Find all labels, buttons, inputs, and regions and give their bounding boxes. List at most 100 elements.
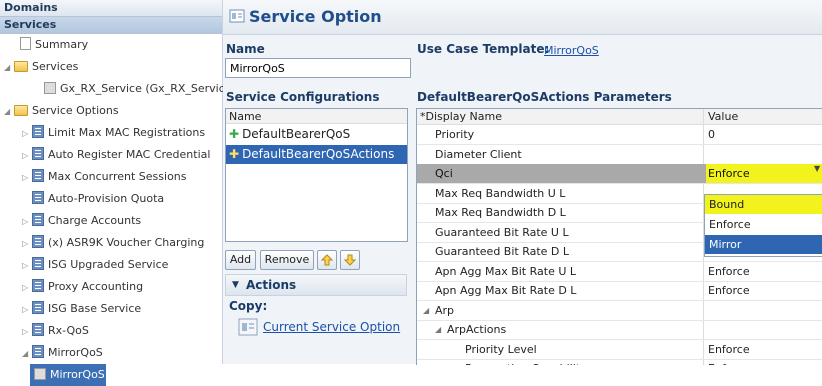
service-option-panel: Service Option Name Use Case Template: M…	[223, 0, 822, 365]
current-service-option-link[interactable]: Current Service Option	[263, 320, 400, 334]
collapsed-arrow-icon[interactable]: ▷	[22, 277, 32, 299]
tree-item[interactable]: ▷ Auto Register MAC Credential	[0, 144, 222, 166]
tree-item[interactable]: ▷ Max Concurrent Sessions	[0, 166, 222, 188]
tree-item[interactable]: ◢ Service Options	[0, 100, 222, 122]
dropdown-option[interactable]: Mirror	[705, 235, 822, 254]
option-icon	[32, 345, 44, 358]
services-header[interactable]: Services	[0, 17, 222, 34]
name-label: Name	[226, 42, 265, 56]
parameter-row[interactable]: Priority Level Enforce	[417, 340, 822, 360]
plus-icon: ✚	[229, 147, 240, 161]
tree-item[interactable]: ▷ (x) ASR9K Voucher Charging	[0, 232, 222, 254]
option-icon	[32, 169, 44, 182]
name-input[interactable]	[225, 58, 411, 78]
collapse-triangle-icon: ▼	[232, 280, 239, 290]
parameter-row[interactable]: ◢ Arp	[417, 301, 822, 321]
configuration-item[interactable]: ✚ DefaultBearerQoSActions	[226, 145, 407, 164]
option-icon	[32, 235, 44, 248]
parameter-name: Diameter Client	[435, 147, 522, 161]
collapsed-arrow-icon[interactable]: ▷	[22, 321, 32, 343]
remove-button[interactable]: Remove	[260, 250, 314, 270]
option-icon	[32, 257, 44, 270]
parameter-name: Priority Level	[465, 342, 537, 356]
tree-item[interactable]: MirrorQoS	[30, 364, 106, 386]
service-icon	[34, 368, 46, 380]
collapsed-arrow-icon[interactable]: ▷	[22, 299, 32, 321]
tree-item[interactable]: Auto-Provision Quota	[0, 188, 222, 210]
use-case-template-link[interactable]: MirrorQoS	[544, 44, 599, 57]
tree-item[interactable]: ◢ Services	[0, 56, 222, 78]
dropdown-option[interactable]: Bound	[705, 195, 822, 214]
tree-item-label: ISG Upgraded Service	[48, 258, 169, 271]
parameter-name: Qci	[435, 167, 453, 180]
qci-value-select[interactable]: Enforce	[706, 164, 822, 183]
tree-item[interactable]: Gx_RX_Service (Gx_RX_Service)	[0, 78, 236, 100]
dropdown-option[interactable]: Enforce	[705, 215, 822, 234]
tree-item[interactable]: ▷ ISG Base Service	[0, 298, 222, 320]
display-name-column-header[interactable]: *Display Name	[420, 109, 502, 124]
tree-item-label: Charge Accounts	[48, 214, 142, 227]
move-up-button[interactable]	[317, 250, 337, 270]
parameter-row[interactable]: Priority 0	[417, 125, 822, 145]
parameter-row[interactable]: ◢ ArpActions	[417, 320, 822, 340]
arrow-down-icon	[343, 254, 357, 269]
expanded-arrow-icon[interactable]: ◢	[423, 301, 429, 320]
parameter-name: Apn Agg Max Bit Rate U L	[435, 264, 577, 278]
tree-item-label: Summary	[35, 38, 89, 51]
value-column-header[interactable]: Value	[708, 109, 738, 124]
option-icon	[32, 213, 44, 226]
tree-item-label: Auto Register MAC Credential	[48, 148, 211, 161]
tree-item[interactable]: Summary	[0, 34, 222, 56]
tree-item[interactable]: ▷ ISG Upgraded Service	[0, 254, 222, 276]
expanded-arrow-icon[interactable]: ◢	[4, 57, 14, 79]
tree-item-label: ISG Base Service	[48, 302, 142, 315]
parameter-row[interactable]: Qci Enforce	[417, 164, 822, 184]
configuration-item-label: DefaultBearerQoSActions	[242, 147, 395, 161]
parameter-name: Max Req Bandwidth D L	[435, 206, 566, 219]
configuration-item[interactable]: ✚ DefaultBearerQoS	[226, 125, 407, 144]
dropdown-arrow-icon[interactable]: ▼	[814, 164, 820, 173]
tree-item[interactable]: ▷ Limit Max MAC Registrations	[0, 122, 222, 144]
tree-item-label: (x) ASR9K Voucher Charging	[48, 236, 205, 249]
folder-icon	[14, 105, 28, 116]
actions-section-header[interactable]: ▼ Actions	[225, 274, 407, 296]
service-configurations-label: Service Configurations	[226, 90, 380, 104]
collapsed-arrow-icon[interactable]: ▷	[22, 211, 32, 233]
configs-header: Name	[226, 109, 407, 124]
collapsed-arrow-icon[interactable]: ▷	[22, 167, 32, 189]
parameter-value: Enforce	[708, 284, 750, 297]
option-icon	[32, 191, 44, 204]
parameter-row[interactable]: Preemption Capability Enforce	[417, 359, 822, 365]
tree-item-label: Service Options	[32, 104, 119, 117]
collapsed-arrow-icon[interactable]: ▷	[22, 145, 32, 167]
expanded-arrow-icon[interactable]: ◢	[22, 343, 32, 365]
expanded-arrow-icon[interactable]: ◢	[4, 101, 14, 123]
page-title: Service Option	[249, 7, 382, 26]
domains-header[interactable]: Domains	[0, 0, 222, 17]
collapsed-arrow-icon[interactable]: ▷	[22, 255, 32, 277]
option-icon	[32, 323, 44, 336]
parameters-label: DefaultBearerQoSActions Parameters	[417, 90, 672, 104]
tree-item[interactable]: ▷ Proxy Accounting	[0, 276, 222, 298]
tree-item[interactable]: ▷ Rx-QoS	[0, 320, 222, 342]
add-button[interactable]: Add	[225, 250, 256, 270]
parameter-row[interactable]: Apn Agg Max Bit Rate U L Enforce	[417, 262, 822, 282]
move-down-button[interactable]	[340, 250, 360, 270]
tree-item-label: Proxy Accounting	[48, 280, 144, 293]
parameter-name: Apn Agg Max Bit Rate D L	[435, 284, 577, 297]
collapsed-arrow-icon[interactable]: ▷	[22, 233, 32, 255]
tree-item-label: Gx_RX_Service (Gx_RX_Service)	[60, 82, 236, 95]
left-navigation-panel: Domains Services Summary ◢ Services Gx_RX_S…	[0, 0, 236, 386]
collapsed-arrow-icon[interactable]: ▷	[22, 123, 32, 145]
parameter-row[interactable]: Diameter Client	[417, 145, 822, 165]
actions-label: Actions	[246, 278, 297, 292]
tree-item[interactable]: ▷ Charge Accounts	[0, 210, 222, 232]
tree-item[interactable]: ◢ MirrorQoS	[0, 342, 222, 364]
tree-item-label: Auto-Provision Quota	[48, 192, 165, 205]
parameter-row[interactable]: Apn Agg Max Bit Rate D L Enforce	[417, 281, 822, 301]
tree-item-label: MirrorQoS	[48, 346, 103, 359]
tree-item-label: Rx-QoS	[48, 324, 89, 337]
expanded-arrow-icon[interactable]: ◢	[435, 320, 441, 339]
parameter-value: Enforce	[708, 342, 750, 356]
parameter-name: ArpActions	[447, 323, 507, 336]
